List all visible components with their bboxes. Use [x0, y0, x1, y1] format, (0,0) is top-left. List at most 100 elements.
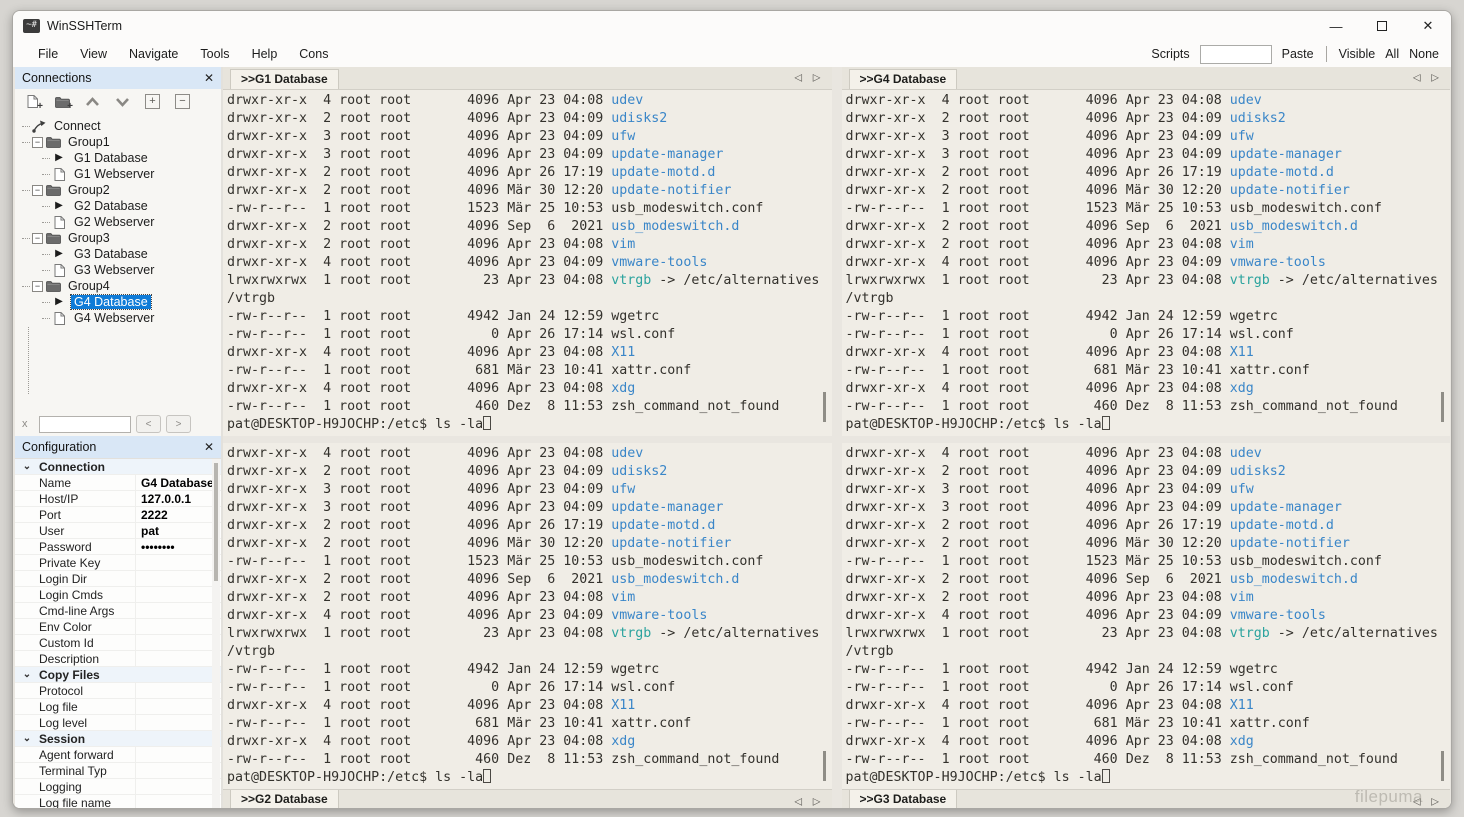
- tree-item-g1-database[interactable]: ▶G1 Database: [15, 150, 221, 166]
- vertical-scrollbar[interactable]: [212, 459, 220, 809]
- tab-g2-database[interactable]: >>G2 Database: [230, 790, 339, 809]
- tree-item-g2-webserver[interactable]: G2 Webserver: [15, 214, 221, 230]
- collapse-all-icon[interactable]: −: [174, 93, 191, 110]
- scrollbar-thumb[interactable]: [214, 463, 218, 581]
- property-value[interactable]: G4 Database: [135, 475, 221, 490]
- property-value[interactable]: [135, 779, 221, 794]
- terminal-output-g2[interactable]: drwxr-xr-x 4 root root 4096 Apr 23 04:08…: [223, 443, 832, 789]
- tree-item-g2-database[interactable]: ▶G2 Database: [15, 198, 221, 214]
- tree-item-connect[interactable]: Connect: [15, 118, 221, 134]
- tab-scroll-arrows[interactable]: ◁ ▷: [1413, 796, 1443, 807]
- close-icon[interactable]: ✕: [204, 440, 214, 454]
- property-row-host-ip[interactable]: Host/IP127.0.0.1: [15, 491, 221, 507]
- tab-g4-database[interactable]: >>G4 Database: [849, 69, 958, 89]
- new-group-icon[interactable]: +: [54, 93, 71, 110]
- vertical-scrollbar[interactable]: [1441, 751, 1444, 781]
- property-row-password[interactable]: Password••••••••: [15, 539, 221, 555]
- close-icon[interactable]: ✕: [204, 71, 214, 85]
- property-row-login-dir[interactable]: Login Dir: [15, 571, 221, 587]
- collapse-expander-icon[interactable]: −: [32, 233, 43, 244]
- tree-item-group3[interactable]: −Group3: [15, 230, 221, 246]
- menu-tools[interactable]: Tools: [189, 44, 240, 64]
- collapse-expander-icon[interactable]: −: [32, 281, 43, 292]
- property-row-description[interactable]: Description: [15, 651, 221, 667]
- property-value[interactable]: 2222: [135, 507, 221, 522]
- property-value[interactable]: [135, 619, 221, 634]
- chevron-down-icon[interactable]: ⌄: [15, 669, 39, 680]
- expand-all-icon[interactable]: +: [144, 93, 161, 110]
- tab-scroll-arrows[interactable]: ◁ ▷: [794, 796, 824, 807]
- tree-search-input[interactable]: [39, 416, 131, 433]
- all-button[interactable]: All: [1385, 47, 1399, 61]
- property-value[interactable]: ••••••••: [135, 539, 221, 554]
- property-value[interactable]: [135, 571, 221, 586]
- paste-button[interactable]: Paste: [1282, 47, 1314, 61]
- property-value[interactable]: [135, 683, 221, 698]
- property-value[interactable]: 127.0.0.1: [135, 491, 221, 506]
- property-row-agent-forward[interactable]: Agent forward: [15, 747, 221, 763]
- new-session-icon[interactable]: +: [24, 93, 41, 110]
- collapse-expander-icon[interactable]: −: [32, 137, 43, 148]
- terminal-output-g4[interactable]: drwxr-xr-x 4 root root 4096 Apr 23 04:08…: [842, 90, 1451, 436]
- property-row-log-file-name[interactable]: Log file name: [15, 795, 221, 809]
- property-row-private-key[interactable]: Private Key: [15, 555, 221, 571]
- property-value[interactable]: [135, 603, 221, 618]
- clear-search-button[interactable]: x: [22, 418, 34, 430]
- move-down-icon[interactable]: [114, 93, 131, 110]
- property-value[interactable]: pat: [135, 523, 221, 538]
- property-row-port[interactable]: Port2222: [15, 507, 221, 523]
- vertical-scrollbar[interactable]: [823, 751, 826, 781]
- tree-item-g3-webserver[interactable]: G3 Webserver: [15, 262, 221, 278]
- property-row-cmd-line-args[interactable]: Cmd-line Args: [15, 603, 221, 619]
- tree-item-group2[interactable]: −Group2: [15, 182, 221, 198]
- property-row-log-level[interactable]: Log level: [15, 715, 221, 731]
- search-next-button[interactable]: >: [166, 415, 191, 433]
- scripts-input[interactable]: [1200, 45, 1272, 64]
- tree-item-group1[interactable]: −Group1: [15, 134, 221, 150]
- property-value[interactable]: [135, 795, 221, 809]
- visible-button[interactable]: Visible: [1339, 47, 1376, 61]
- vertical-scrollbar[interactable]: [823, 392, 826, 422]
- property-section-copy-files[interactable]: ⌄Copy Files: [15, 667, 221, 683]
- property-row-name[interactable]: NameG4 Database: [15, 475, 221, 491]
- property-row-terminal-typ[interactable]: Terminal Typ: [15, 763, 221, 779]
- move-up-icon[interactable]: [84, 93, 101, 110]
- tree-item-g3-database[interactable]: ▶G3 Database: [15, 246, 221, 262]
- property-value[interactable]: [135, 699, 221, 714]
- property-row-env-color[interactable]: Env Color: [15, 619, 221, 635]
- minimize-button[interactable]: —: [1313, 11, 1359, 41]
- property-row-user[interactable]: Userpat: [15, 523, 221, 539]
- tab-g1-database[interactable]: >>G1 Database: [230, 69, 339, 89]
- property-row-protocol[interactable]: Protocol: [15, 683, 221, 699]
- tab-scroll-arrows[interactable]: ◁ ▷: [794, 73, 824, 84]
- menu-cons[interactable]: Cons: [288, 44, 339, 64]
- tree-item-g4-database[interactable]: ▶G4 Database: [15, 294, 221, 310]
- search-prev-button[interactable]: <: [136, 415, 161, 433]
- terminal-output-g1[interactable]: drwxr-xr-x 4 root root 4096 Apr 23 04:08…: [223, 90, 832, 436]
- property-row-custom-id[interactable]: Custom Id: [15, 635, 221, 651]
- terminal-output-g3[interactable]: drwxr-xr-x 4 root root 4096 Apr 23 04:08…: [842, 443, 1451, 789]
- property-value[interactable]: [135, 555, 221, 570]
- property-section-connection[interactable]: ⌄Connection: [15, 459, 221, 475]
- tab-scroll-arrows[interactable]: ◁ ▷: [1413, 73, 1443, 84]
- property-value[interactable]: [135, 587, 221, 602]
- tree-item-g4-webserver[interactable]: G4 Webserver: [15, 310, 221, 326]
- property-value[interactable]: [135, 635, 221, 650]
- property-value[interactable]: [135, 763, 221, 778]
- tree-item-g1-webserver[interactable]: G1 Webserver: [15, 166, 221, 182]
- vertical-scrollbar[interactable]: [1441, 392, 1444, 422]
- property-value[interactable]: [135, 651, 221, 666]
- none-button[interactable]: None: [1409, 47, 1439, 61]
- chevron-down-icon[interactable]: ⌄: [15, 733, 39, 744]
- tab-g3-database[interactable]: >>G3 Database: [849, 790, 958, 809]
- menu-file[interactable]: File: [27, 44, 69, 64]
- chevron-down-icon[interactable]: ⌄: [15, 461, 39, 472]
- menu-navigate[interactable]: Navigate: [118, 44, 189, 64]
- collapse-expander-icon[interactable]: −: [32, 185, 43, 196]
- property-value[interactable]: [135, 715, 221, 730]
- property-row-login-cmds[interactable]: Login Cmds: [15, 587, 221, 603]
- property-value[interactable]: [135, 747, 221, 762]
- property-section-session[interactable]: ⌄Session: [15, 731, 221, 747]
- maximize-button[interactable]: [1359, 11, 1405, 41]
- close-button[interactable]: ✕: [1405, 11, 1451, 41]
